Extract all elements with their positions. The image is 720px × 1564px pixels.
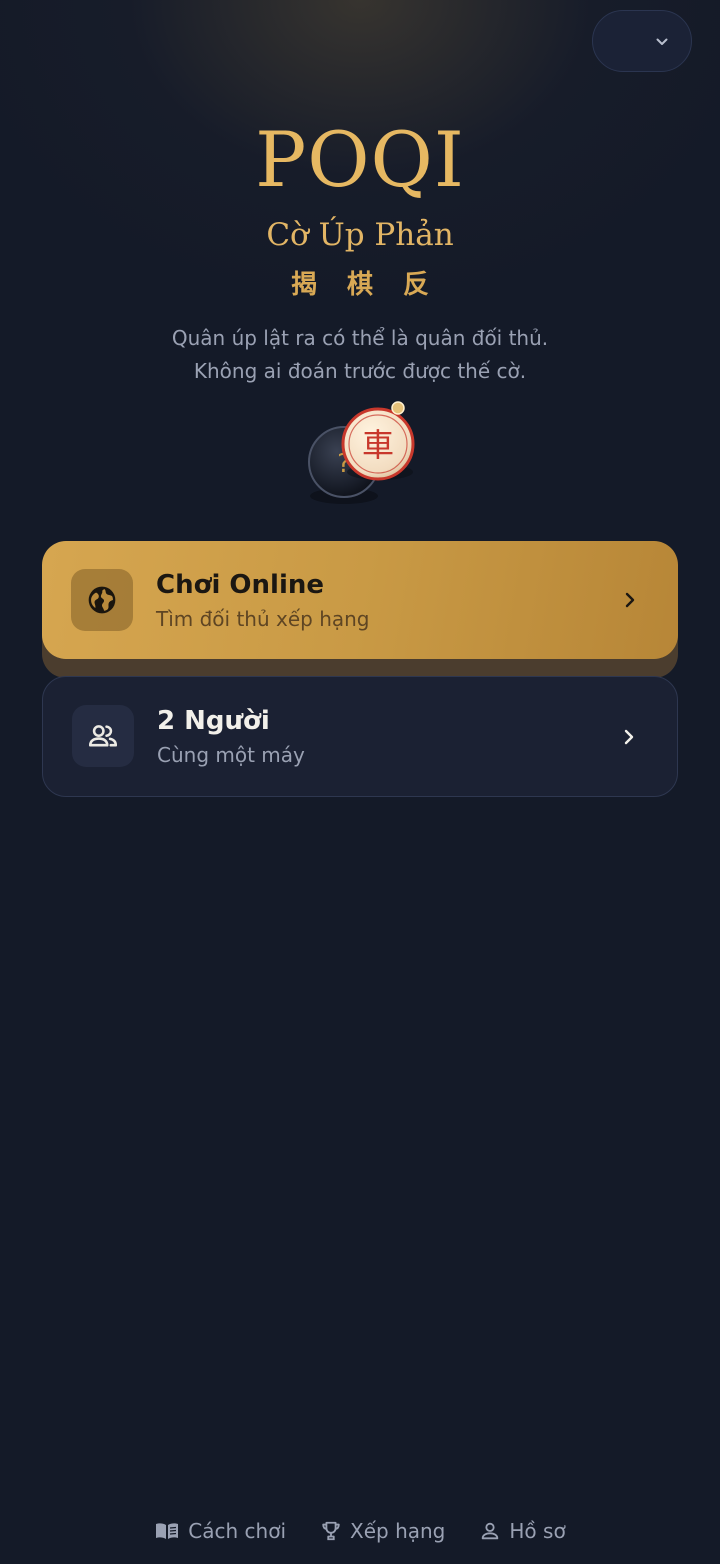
user-icon [482, 1522, 499, 1540]
two-player-subtitle: Cùng một máy [157, 743, 305, 767]
nav-how-to-play[interactable]: Cách chơi [154, 1519, 286, 1543]
chevron-right-icon [625, 592, 635, 608]
two-player-button[interactable]: 2 Người Cùng một máy [42, 676, 678, 797]
description-line: Quân úp lật ra có thể là quân đối thủ. [171, 326, 549, 350]
piece-glyph: 車 [362, 426, 394, 464]
app-subtitle: Cờ Úp Phản [266, 217, 454, 253]
app-hanzi-title: 揭棋反 [290, 270, 459, 300]
play-online-subtitle: Tìm đối thủ xếp hạng [156, 607, 370, 631]
nav-profile-label: Hồ sơ [509, 1519, 566, 1543]
language-selector[interactable] [592, 10, 692, 72]
nav-leaderboard[interactable]: Xếp hạng [320, 1519, 445, 1543]
nav-leaderboard-label: Xếp hạng [350, 1519, 446, 1543]
sparkle-dot [391, 401, 405, 415]
trophy-icon [322, 1521, 340, 1541]
globe-icon [88, 586, 116, 614]
nav-how-to-play-label: Cách chơi [188, 1519, 287, 1543]
app-logo: POQI [255, 115, 465, 204]
app-description: Quân úp lật ra có thể là quân đối thủ. K… [0, 322, 720, 388]
two-player-title: 2 Người [157, 706, 270, 736]
play-online-button[interactable]: Chơi Online Tìm đối thủ xếp hạng [42, 541, 678, 659]
chevron-down-icon [656, 38, 668, 45]
bottom-nav: Cách chơi Xếp hạng Hồ sơ [0, 1510, 720, 1552]
play-online-icon-box [71, 569, 133, 631]
users-icon [88, 725, 118, 747]
description-line: Không ai đoán trước được thế cờ. [193, 359, 527, 383]
book-icon [156, 1523, 179, 1539]
play-online-title: Chơi Online [156, 570, 324, 600]
chess-pieces-illustration: ? 車 [308, 401, 415, 504]
two-player-icon-box [72, 705, 134, 767]
chevron-right-icon [624, 729, 634, 745]
nav-profile[interactable]: Hồ sơ [479, 1519, 566, 1543]
